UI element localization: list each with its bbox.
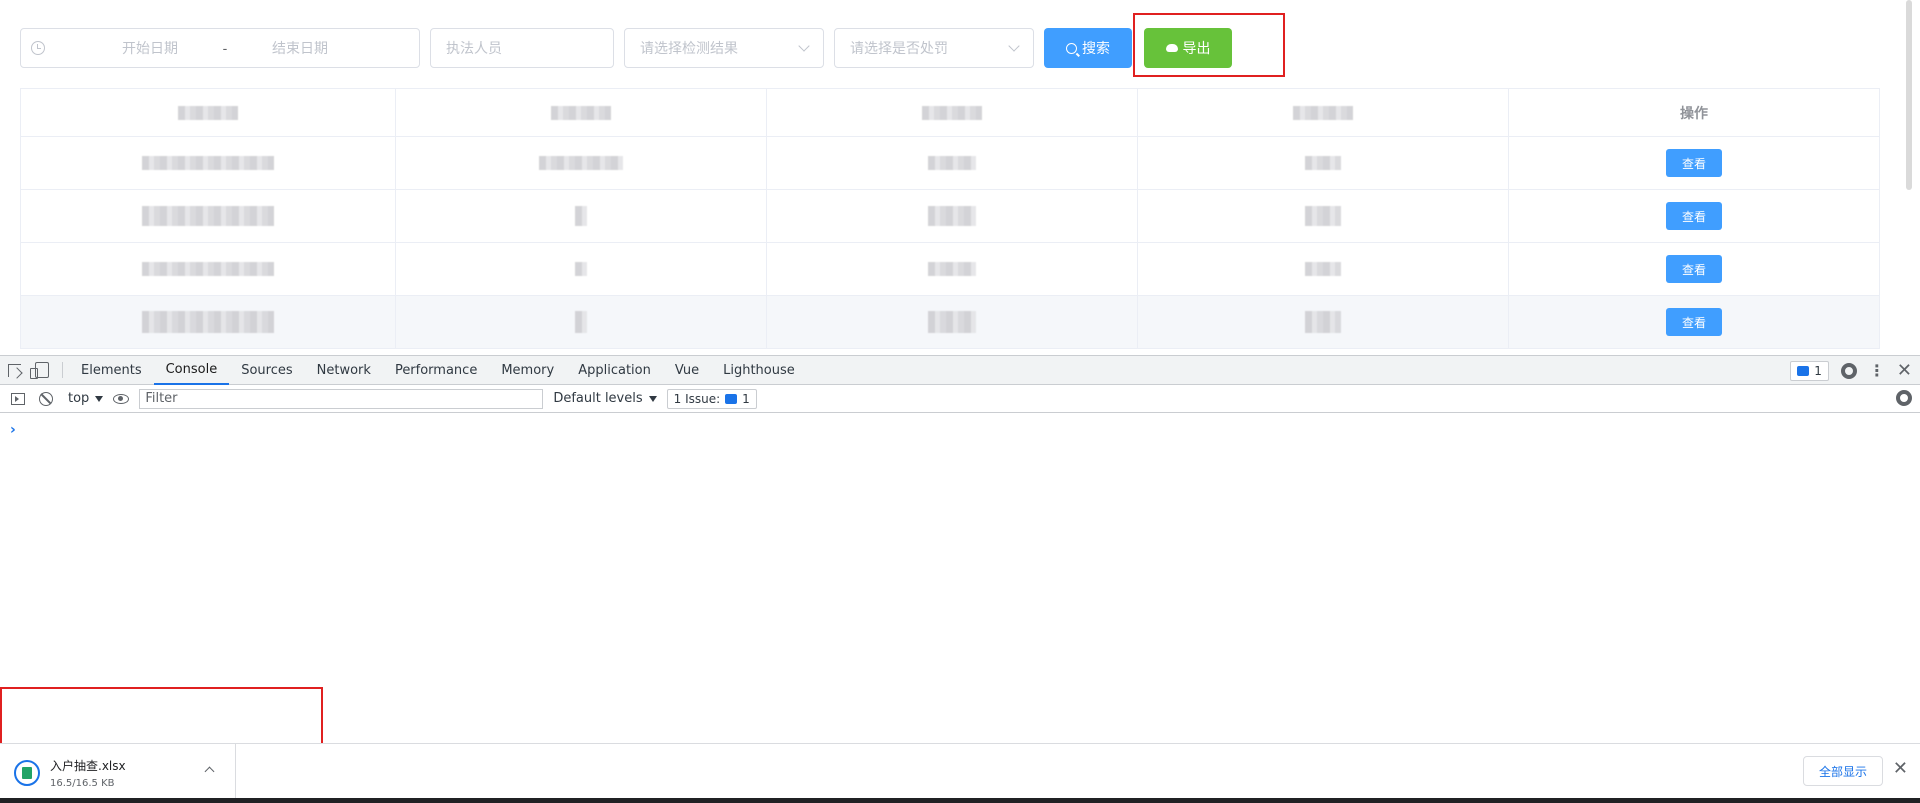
person-input[interactable]: 执法人员 bbox=[430, 28, 614, 68]
header-op: 操作 bbox=[1680, 104, 1708, 121]
header-cell bbox=[767, 89, 1138, 136]
settings-gear-icon[interactable] bbox=[1840, 362, 1857, 379]
view-button[interactable]: 查看 bbox=[1666, 255, 1722, 283]
messages-badge[interactable]: 1 bbox=[1790, 360, 1829, 381]
console-prompt[interactable]: › bbox=[10, 422, 16, 438]
download-file-name: 入户抽查.xlsx bbox=[50, 759, 126, 773]
tab-network[interactable]: Network bbox=[305, 356, 383, 385]
view-button[interactable]: 查看 bbox=[1666, 202, 1722, 230]
console-filter-input[interactable]: Filter bbox=[139, 388, 544, 409]
tab-sources[interactable]: Sources bbox=[229, 356, 304, 385]
tab-performance[interactable]: Performance bbox=[383, 356, 489, 385]
download-shelf: 入户抽查.xlsx 16.5/16.5 KB 全部显示 ✕ bbox=[0, 743, 1920, 803]
context-selector[interactable]: top bbox=[68, 391, 104, 406]
filter-bar: 开始日期 - 结束日期 执法人员 请选择检测结果 请选择是否处罚 搜索 导出 bbox=[20, 28, 1232, 68]
date-start-input[interactable]: 开始日期 bbox=[95, 38, 205, 58]
log-levels-dropdown[interactable]: Default levels bbox=[553, 391, 657, 406]
console-sidebar-icon[interactable] bbox=[11, 392, 25, 405]
clear-console-icon[interactable] bbox=[39, 391, 53, 406]
table-row: 查看 bbox=[21, 243, 1879, 296]
tab-application[interactable]: Application bbox=[566, 356, 663, 385]
table-row: 查看 bbox=[21, 137, 1879, 190]
date-separator: - bbox=[222, 40, 228, 56]
devtools-tabbar: Elements Console Sources Network Perform… bbox=[0, 356, 1920, 385]
penalty-placeholder: 请选择是否处罚 bbox=[850, 40, 948, 56]
page-scrollbar[interactable] bbox=[1906, 0, 1912, 190]
table-row: 查看 bbox=[21, 190, 1879, 243]
date-range-picker[interactable]: 开始日期 - 结束日期 bbox=[20, 28, 420, 68]
search-icon bbox=[1066, 42, 1077, 54]
view-button[interactable]: 查看 bbox=[1666, 308, 1722, 336]
view-button[interactable]: 查看 bbox=[1666, 149, 1722, 177]
highlight-export-box bbox=[1133, 13, 1285, 77]
more-options-icon[interactable]: ⋮ bbox=[1869, 362, 1885, 379]
header-cell bbox=[21, 89, 396, 136]
console-toolbar: top Filter Default levels 1 Issue: 1 bbox=[0, 385, 1920, 413]
header-cell bbox=[396, 89, 767, 136]
console-settings-gear-icon bbox=[1896, 390, 1912, 406]
bottom-edge bbox=[0, 798, 1920, 803]
issue-count: 1 bbox=[742, 391, 750, 406]
person-placeholder: 执法人员 bbox=[446, 40, 502, 56]
table-header: 操作 bbox=[21, 89, 1879, 137]
result-placeholder: 请选择检测结果 bbox=[640, 40, 738, 56]
header-cell bbox=[1138, 89, 1509, 136]
close-devtools-icon[interactable]: ✕ bbox=[1897, 361, 1912, 380]
clock-icon bbox=[31, 41, 45, 55]
show-all-button[interactable]: 全部显示 bbox=[1802, 756, 1883, 786]
search-label: 搜索 bbox=[1082, 40, 1110, 56]
chevron-up-icon[interactable] bbox=[204, 766, 215, 777]
table-row: 查看 bbox=[21, 296, 1879, 349]
inspect-icon bbox=[7, 363, 21, 377]
excel-file-icon bbox=[14, 760, 40, 786]
penalty-select[interactable]: 请选择是否处罚 bbox=[834, 28, 1034, 68]
result-select[interactable]: 请选择检测结果 bbox=[624, 28, 824, 68]
issue-icon bbox=[725, 393, 738, 404]
message-icon bbox=[1797, 365, 1810, 376]
download-file-size: 16.5/16.5 KB bbox=[50, 778, 115, 789]
issues-badge[interactable]: 1 Issue: 1 bbox=[666, 388, 757, 409]
download-item[interactable]: 入户抽查.xlsx 16.5/16.5 KB bbox=[0, 744, 236, 802]
devtools-actions: 1 ⋮ ✕ bbox=[1790, 356, 1920, 385]
tab-lighthouse[interactable]: Lighthouse bbox=[711, 356, 807, 385]
dropdown-arrow-icon bbox=[648, 395, 657, 402]
filter-placeholder: Filter bbox=[145, 391, 178, 406]
app-page: 开始日期 - 结束日期 执法人员 请选择检测结果 请选择是否处罚 搜索 导出 操… bbox=[0, 0, 1920, 355]
tab-console[interactable]: Console bbox=[153, 356, 230, 385]
tab-vue[interactable]: Vue bbox=[663, 356, 711, 385]
tab-elements[interactable]: Elements bbox=[69, 356, 154, 385]
levels-label: Default levels bbox=[553, 391, 643, 406]
message-count: 1 bbox=[1814, 363, 1822, 378]
divider bbox=[62, 362, 63, 378]
close-shelf-icon[interactable]: ✕ bbox=[1893, 760, 1908, 778]
dropdown-arrow-icon bbox=[95, 395, 104, 402]
device-toolbar-button[interactable] bbox=[28, 356, 56, 385]
tab-memory[interactable]: Memory bbox=[489, 356, 566, 385]
search-button[interactable]: 搜索 bbox=[1044, 28, 1132, 68]
chevron-down-icon bbox=[798, 40, 810, 52]
devtools-panel: Elements Console Sources Network Perform… bbox=[0, 355, 1920, 743]
device-icon bbox=[30, 362, 49, 379]
issue-label: 1 Issue: bbox=[673, 391, 721, 406]
console-settings[interactable] bbox=[1896, 390, 1912, 406]
live-expression-eye-icon[interactable] bbox=[113, 393, 130, 404]
data-table: 操作 查看 查看 查看 查看 bbox=[20, 88, 1880, 349]
chevron-down-icon bbox=[1008, 40, 1020, 52]
download-info: 入户抽查.xlsx 16.5/16.5 KB bbox=[50, 757, 126, 789]
date-end-input[interactable]: 结束日期 bbox=[245, 38, 355, 58]
inspect-element-button[interactable] bbox=[0, 356, 28, 385]
context-label: top bbox=[68, 391, 90, 406]
